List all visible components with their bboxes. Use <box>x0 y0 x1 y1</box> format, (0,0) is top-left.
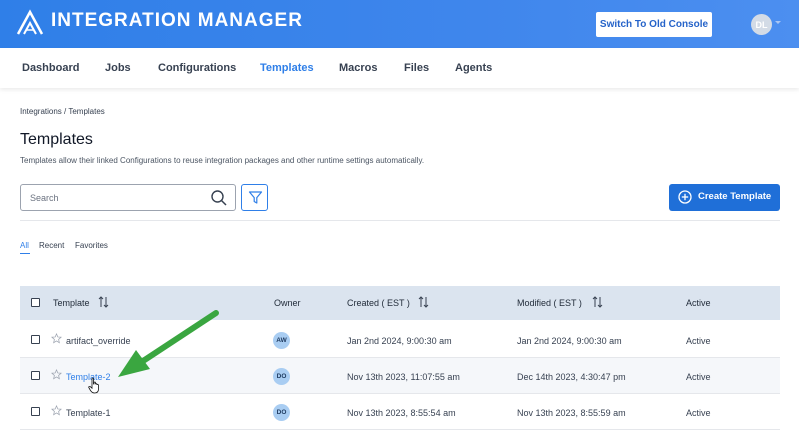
created-date: Nov 13th 2023, 11:07:55 am <box>347 372 460 382</box>
nav-item-macros[interactable]: Macros <box>339 62 378 74</box>
filter-button[interactable] <box>241 184 268 211</box>
nav-item-agents[interactable]: Agents <box>455 62 492 74</box>
row-checkbox[interactable] <box>31 407 40 416</box>
divider <box>20 220 780 221</box>
created-date: Jan 2nd 2024, 9:00:30 am <box>347 336 452 346</box>
column-header-active: Active <box>686 298 711 308</box>
page-description: Templates allow their linked Configurati… <box>20 156 425 165</box>
column-header-created[interactable]: Created ( EST ) <box>347 298 410 308</box>
nav-item-templates[interactable]: Templates <box>260 62 314 74</box>
sort-icon[interactable] <box>592 296 603 308</box>
modified-date: Dec 14th 2023, 4:30:47 pm <box>517 372 626 382</box>
owner-avatar: DO <box>273 404 290 421</box>
column-header-template[interactable]: Template <box>53 298 90 308</box>
row-checkbox[interactable] <box>31 335 40 344</box>
plus-circle-icon <box>678 190 692 204</box>
nav-item-configurations[interactable]: Configurations <box>158 62 236 74</box>
main-nav: Dashboard Jobs Configurations Templates … <box>0 48 799 88</box>
nav-item-dashboard[interactable]: Dashboard <box>22 62 79 74</box>
column-header-modified[interactable]: Modified ( EST ) <box>517 298 582 308</box>
star-icon[interactable] <box>51 369 62 380</box>
sort-icon[interactable] <box>98 296 109 308</box>
table-row[interactable]: artifact_override AW Jan 2nd 2024, 9:00:… <box>20 322 780 358</box>
modified-date: Jan 2nd 2024, 9:00:30 am <box>517 336 622 346</box>
user-avatar[interactable]: DL <box>751 14 772 35</box>
table-header: Template Owner Created ( EST ) Modified … <box>20 286 780 320</box>
switch-to-old-console-button[interactable]: Switch To Old Console <box>596 12 712 37</box>
app-title: INTEGRATION MANAGER <box>51 10 303 31</box>
sort-icon[interactable] <box>418 296 429 308</box>
nav-item-files[interactable]: Files <box>404 62 429 74</box>
search-box <box>20 184 236 211</box>
hand-cursor-icon <box>88 377 99 394</box>
table-row[interactable]: Template-1 DO Nov 13th 2023, 8:55:54 am … <box>20 394 780 430</box>
chevron-down-icon[interactable] <box>775 21 781 24</box>
star-icon[interactable] <box>51 333 62 344</box>
active-status: Active <box>686 408 711 418</box>
template-name[interactable]: artifact_override <box>66 336 131 346</box>
table-row[interactable]: Template-2 DO Nov 13th 2023, 11:07:55 am… <box>20 358 780 394</box>
template-name[interactable]: Template-1 <box>66 408 111 418</box>
tab-all[interactable]: All <box>20 241 29 250</box>
create-template-button[interactable]: Create Template <box>669 184 780 211</box>
active-tab-indicator <box>20 253 30 254</box>
top-header: INTEGRATION MANAGER Switch To Old Consol… <box>0 0 799 48</box>
owner-avatar: DO <box>273 368 290 385</box>
star-icon[interactable] <box>51 405 62 416</box>
tab-favorites[interactable]: Favorites <box>75 241 108 250</box>
active-status: Active <box>686 336 711 346</box>
page-title: Templates <box>20 131 93 148</box>
owner-avatar: AW <box>273 332 290 349</box>
search-input[interactable] <box>30 191 200 205</box>
modified-date: Nov 13th 2023, 8:55:59 am <box>517 408 626 418</box>
create-template-label: Create Template <box>698 191 772 202</box>
filter-icon <box>248 191 263 204</box>
created-date: Nov 13th 2023, 8:55:54 am <box>347 408 456 418</box>
column-header-owner: Owner <box>274 298 301 308</box>
active-status: Active <box>686 372 711 382</box>
mountain-logo-icon[interactable] <box>16 9 44 37</box>
select-all-checkbox[interactable] <box>31 298 40 307</box>
search-icon[interactable] <box>210 189 228 207</box>
nav-item-jobs[interactable]: Jobs <box>105 62 131 74</box>
tab-recent[interactable]: Recent <box>39 241 64 250</box>
breadcrumb[interactable]: Integrations / Templates <box>20 107 105 116</box>
row-checkbox[interactable] <box>31 371 40 380</box>
